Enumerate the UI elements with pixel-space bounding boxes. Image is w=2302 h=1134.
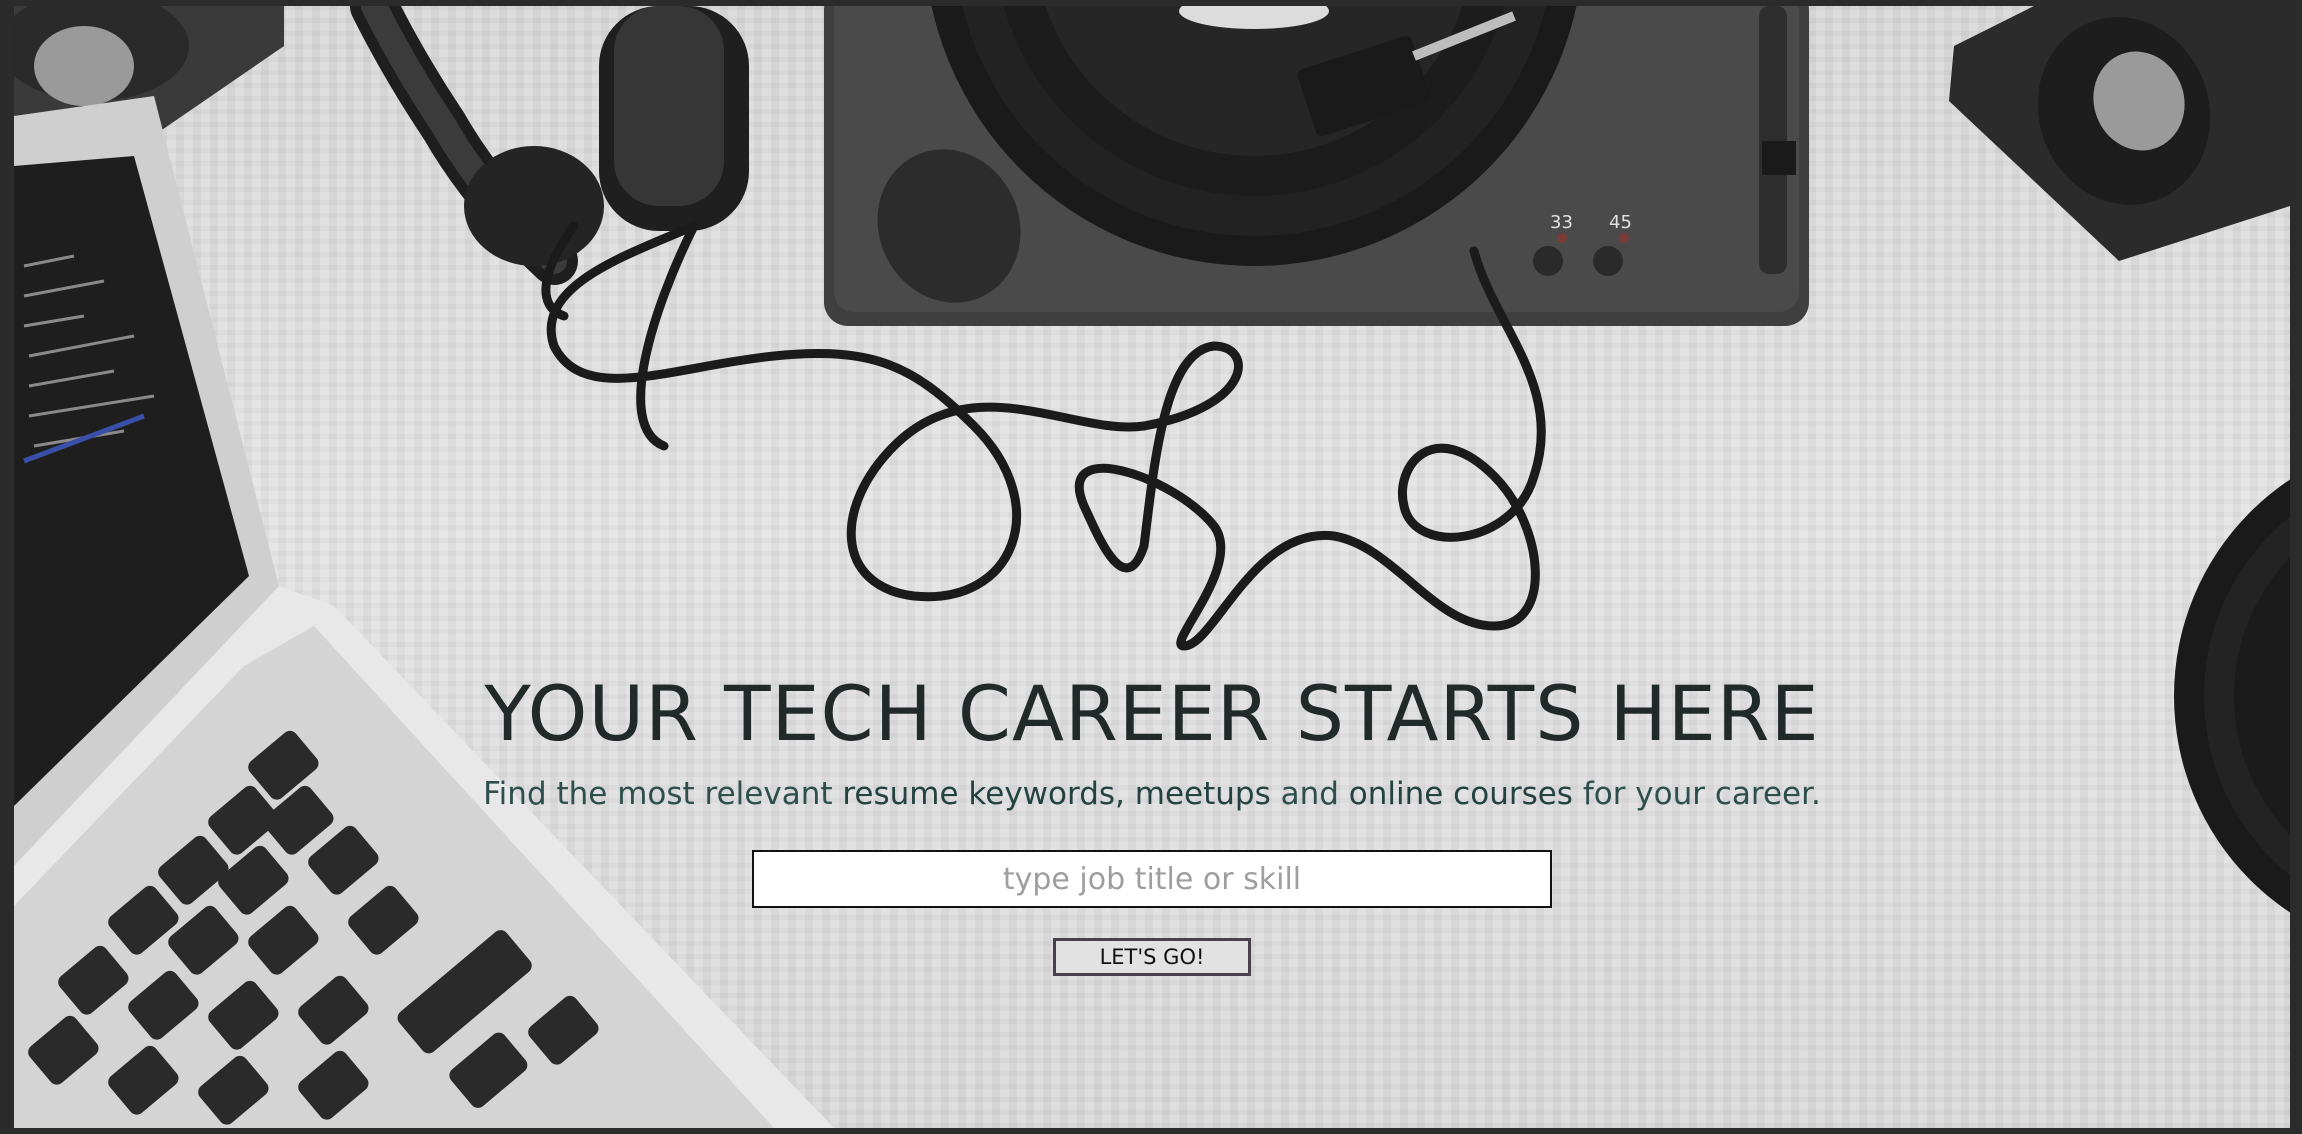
subtitle-text-and: and [1270,776,1349,812]
hero-background: 33 45 YOUR TECH CAREER STARTS HERE Find … [14,6,2290,1128]
hero-section: YOUR TECH CAREER STARTS HERE Find the mo… [14,666,2290,976]
page-title: YOUR TECH CAREER STARTS HERE [484,669,1820,758]
subtitle-text-start: Find the most relevant [483,776,843,812]
submit-row: LET'S GO! [14,938,2290,976]
turntable-image: 33 45 [824,6,1809,326]
keyword-resume: resume keywords, [842,776,1125,812]
speed-45-label: 45 [1609,212,1632,233]
keyword-meetups: meetups [1134,776,1271,812]
subtitle-text-end: for your career. [1572,776,1821,812]
search-form [14,850,2290,908]
search-input[interactable] [752,850,1552,908]
speaker-image [1949,6,2290,261]
keyword-online-courses: online courses [1348,776,1573,812]
speed-33-label: 33 [1550,212,1573,233]
hero-subtitle: Find the most relevant resume keywords, … [14,772,2290,816]
lets-go-button[interactable]: LET'S GO! [1053,938,1251,976]
